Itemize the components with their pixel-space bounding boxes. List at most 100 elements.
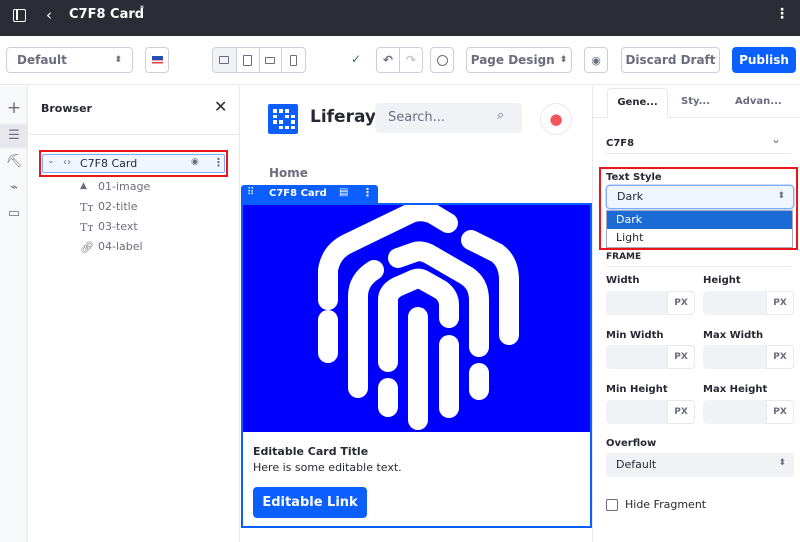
user-avatar[interactable]: ●: [540, 103, 572, 135]
select-value: Default: [616, 458, 657, 471]
width-input[interactable]: PX: [606, 291, 695, 315]
option-light[interactable]: Light: [607, 229, 792, 247]
browser-title: Browser: [41, 102, 92, 115]
page-design-button[interactable]: Page Design ⬍: [466, 47, 572, 73]
eye-icon: ◉: [591, 53, 601, 67]
card-link-button[interactable]: Editable Link: [253, 487, 367, 518]
tree-child-label: 02-title: [98, 200, 138, 213]
site-name: Liferay: [310, 107, 376, 127]
clock-icon: [436, 54, 448, 66]
min-height-input[interactable]: PX: [606, 400, 695, 424]
user-icon: ●: [549, 110, 563, 128]
select-arrows-icon: ⬍: [114, 55, 122, 65]
tree-child-label: 04-label: [98, 240, 143, 253]
select-arrows-icon: ⬍: [559, 55, 568, 65]
chevron-down-icon[interactable]: ⌄: [771, 132, 781, 146]
text-icon: Tт: [80, 201, 94, 214]
text-style-dropdown: Dark Light: [606, 210, 793, 248]
select-arrows-icon: ⬍: [777, 191, 785, 201]
page-title: C7F8 Card: [69, 7, 145, 22]
tab-styles[interactable]: Sty...: [681, 96, 710, 107]
options-icon[interactable]: ⋮: [775, 6, 789, 22]
editor-toolbar: Default ⬍ ✓ ↶ ↷ Page Design ⬍ ◉ Discard Dr…: [0, 36, 800, 85]
portrait-phone-icon[interactable]: [282, 48, 305, 72]
search-placeholder: Search...: [388, 110, 446, 125]
landscape-phone-icon[interactable]: [260, 48, 283, 72]
card-title[interactable]: Editable Card Title: [253, 445, 368, 458]
tablet-icon[interactable]: [237, 48, 260, 72]
code-icon: ‹›: [63, 157, 71, 168]
unit-label: PX: [766, 400, 794, 424]
modified-mark: *: [140, 4, 144, 13]
page-canvas: Liferay Search... ⌕ ● Home ⠿ C7F8 Card ▤…: [241, 86, 592, 542]
divider: [28, 134, 240, 135]
paint-roller-icon[interactable]: ⛏: [0, 154, 28, 169]
option-dark[interactable]: Dark: [607, 211, 792, 229]
comments-icon[interactable]: ▭: [0, 206, 28, 221]
nav-home[interactable]: Home: [269, 166, 308, 180]
hide-fragment-label[interactable]: Hide Fragment: [625, 498, 706, 511]
tab-advanced[interactable]: Advan...: [735, 96, 782, 107]
comment-icon[interactable]: ▤: [339, 187, 348, 198]
liferay-logo: [268, 104, 298, 134]
language-button[interactable]: [145, 47, 169, 73]
close-icon[interactable]: ✕: [214, 97, 227, 116]
select-value: Dark: [617, 190, 644, 203]
width-label: Width: [606, 275, 640, 286]
chevron-down-icon[interactable]: ⌄: [47, 156, 55, 166]
desktop-icon[interactable]: [213, 48, 237, 72]
experience-select[interactable]: Default ⬍: [6, 47, 133, 73]
unit-label: PX: [667, 400, 695, 424]
browser-panel: Browser ✕ ⌄ ‹› C7F8 Card ◉ ⋮ ▲ 01-image T…: [28, 86, 240, 542]
divider: [606, 153, 791, 154]
options-icon[interactable]: ⋮: [213, 156, 224, 169]
fragment-label: C7F8 Card: [269, 188, 327, 199]
text-icon: Tт: [80, 221, 94, 234]
card-fragment[interactable]: Editable Card Title Here is some editabl…: [241, 203, 592, 528]
image-icon: ▲: [80, 181, 87, 191]
page-design-label: Page Design: [470, 53, 555, 67]
top-bar: ‹ C7F8 Card * ⋮: [0, 0, 800, 36]
browser-icon[interactable]: ☰: [0, 124, 28, 148]
card-text[interactable]: Here is some editable text.: [253, 461, 402, 474]
overflow-label: Overflow: [606, 438, 657, 449]
site-search-input[interactable]: Search... ⌕: [375, 103, 522, 133]
redo-button[interactable]: ↷: [399, 47, 423, 73]
max-height-input[interactable]: PX: [703, 400, 794, 424]
section-title[interactable]: C7F8: [606, 138, 634, 149]
search-icon[interactable]: ⌕: [497, 108, 504, 123]
hide-fragment-checkbox[interactable]: [606, 499, 618, 511]
max-height-label: Max Height: [703, 384, 768, 395]
text-style-select[interactable]: Dark ⬍: [606, 185, 794, 209]
preview-button[interactable]: ◉: [584, 47, 608, 73]
tab-general[interactable]: Gene...: [607, 88, 668, 118]
min-width-input[interactable]: PX: [606, 345, 695, 369]
min-height-label: Min Height: [606, 384, 668, 395]
add-icon[interactable]: +: [0, 98, 28, 118]
overflow-select[interactable]: Default ⬍: [606, 453, 794, 477]
fragment-topper[interactable]: ⠿ C7F8 Card ▤ ⋮: [241, 185, 378, 203]
tree-item-label: C7F8 Card: [80, 157, 138, 170]
undo-button[interactable]: ↶: [376, 47, 400, 73]
divider: [606, 266, 791, 267]
frame-label[interactable]: FRAME: [606, 252, 641, 262]
sidebar-rail: + ☰ ⛏ ⌁ ▭: [0, 86, 28, 542]
discard-draft-button[interactable]: Discard Draft: [621, 47, 720, 73]
drag-handle-icon[interactable]: ⠿: [247, 187, 254, 198]
options-icon[interactable]: ⋮: [362, 186, 373, 199]
max-width-input[interactable]: PX: [703, 345, 794, 369]
link-icon: 🔗︎: [80, 241, 94, 254]
tree-item-c7f8-card[interactable]: ⌄ ‹› C7F8 Card ◉ ⋮: [42, 154, 225, 173]
height-input[interactable]: PX: [703, 291, 794, 315]
unit-label: PX: [766, 291, 794, 315]
max-width-label: Max Width: [703, 330, 764, 341]
unit-label: PX: [766, 345, 794, 369]
undo-icon: ↶: [382, 53, 394, 67]
unit-label: PX: [667, 345, 695, 369]
back-icon[interactable]: ‹: [46, 6, 52, 24]
publish-button[interactable]: Publish: [732, 47, 796, 73]
sidebar-toggle-icon[interactable]: [13, 9, 26, 22]
paperclip-icon[interactable]: ⌁: [0, 180, 28, 195]
eye-icon[interactable]: ◉: [191, 157, 199, 167]
history-button[interactable]: [430, 47, 454, 73]
